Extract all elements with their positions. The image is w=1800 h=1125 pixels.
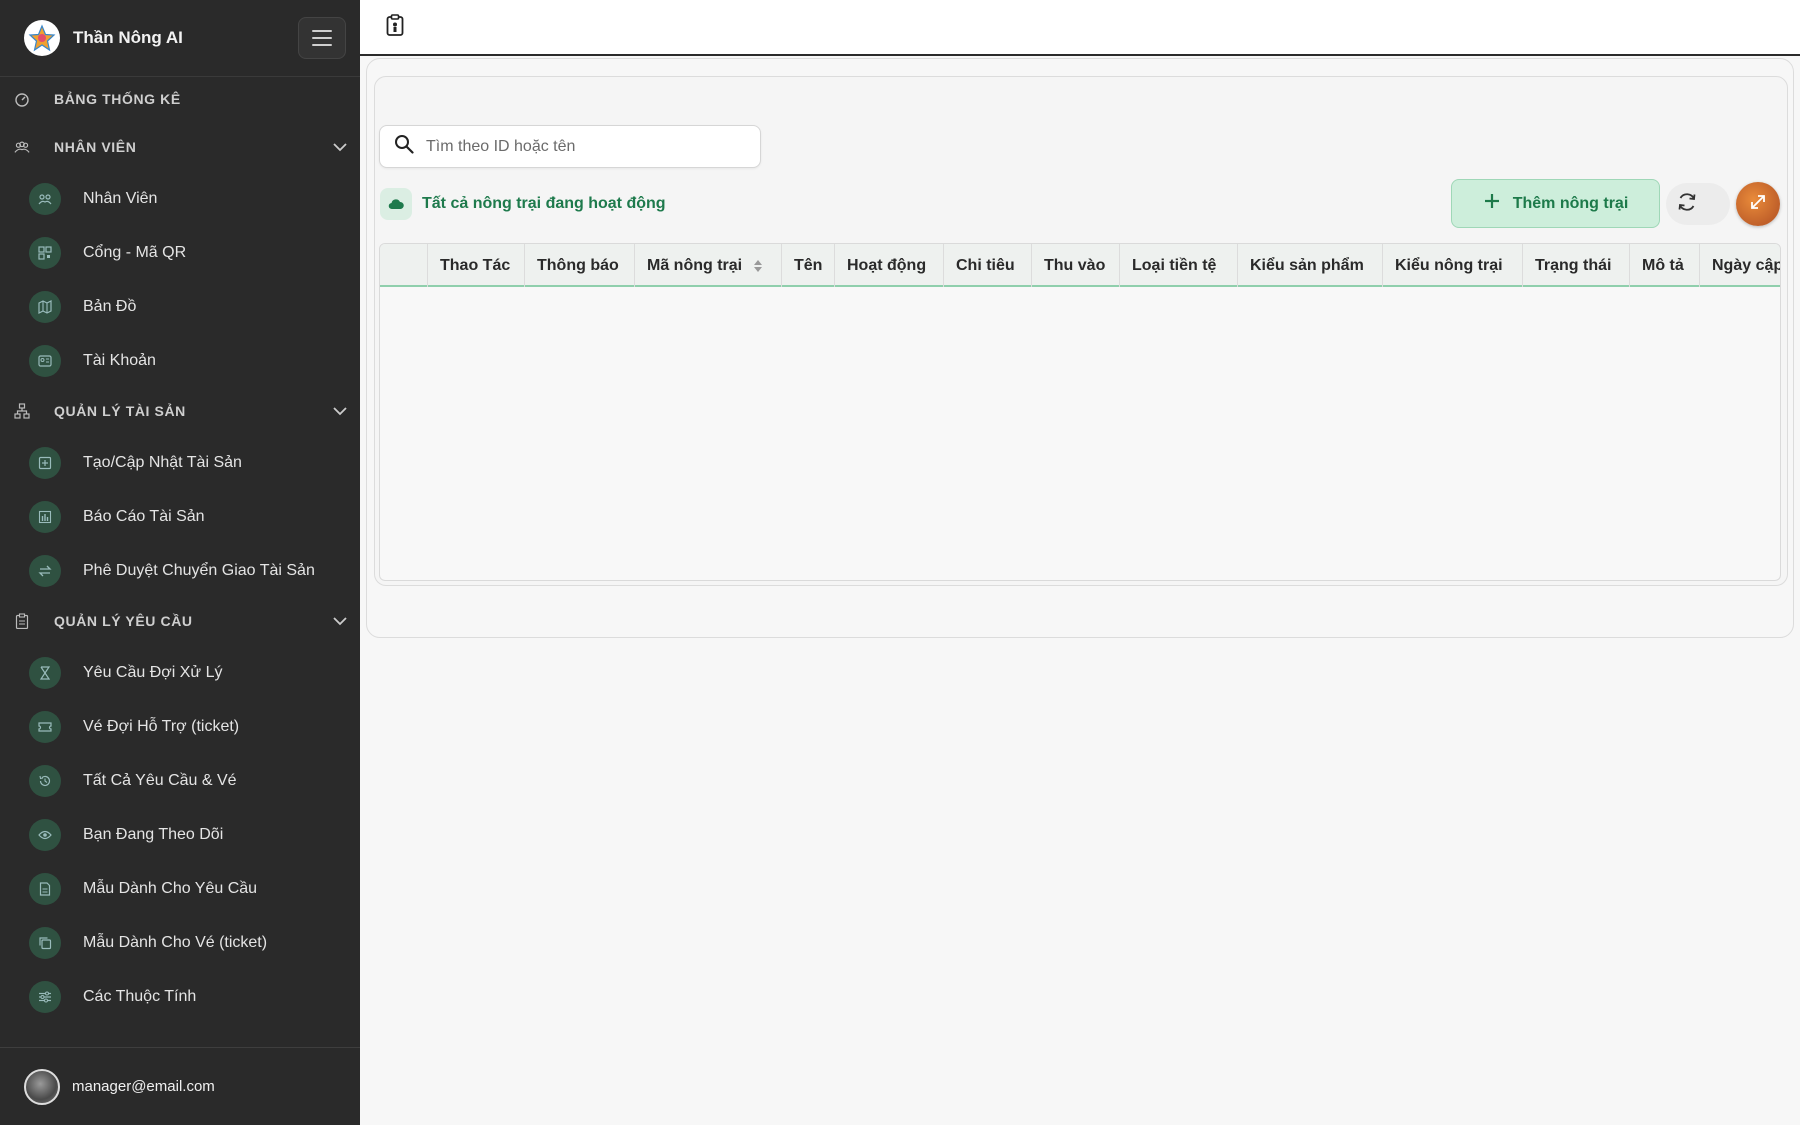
app-title: Thần Nông AI bbox=[73, 28, 183, 47]
sidebar-item-request-templates[interactable]: Mẫu Dành Cho Yêu Cầu bbox=[0, 867, 360, 911]
sidebar-item-label: Các Thuộc Tính bbox=[83, 988, 197, 1005]
map-icon bbox=[29, 291, 61, 323]
add-farm-label: Thêm nông trại bbox=[1512, 194, 1629, 212]
sidebar: Thần Nông AI BẢNG THỐNG KÊ NHÂN VIÊN Nhâ… bbox=[0, 0, 360, 1125]
sidebar-item-staff[interactable]: Nhân Viên bbox=[0, 177, 360, 221]
hamburger-menu-button[interactable] bbox=[298, 17, 346, 59]
sidebar-item-pending-requests[interactable]: Yêu Cầu Đợi Xử Lý bbox=[0, 651, 360, 695]
sidebar-item-label: Tất Cả Yêu Cầu & Vé bbox=[83, 772, 237, 789]
section-label: QUẢN LÝ YÊU CẦU bbox=[54, 613, 193, 629]
sidebar-item-label: Mẫu Dành Cho Vé (ticket) bbox=[83, 934, 268, 951]
cloud-icon bbox=[380, 188, 412, 220]
column-header-farm-id[interactable]: Mã nông trại bbox=[635, 244, 782, 287]
eye-icon bbox=[29, 819, 61, 851]
select-column-header[interactable] bbox=[380, 244, 428, 287]
column-header-status[interactable]: Trạng thái bbox=[1523, 244, 1630, 287]
section-dashboard[interactable]: BẢNG THỐNG KÊ bbox=[0, 81, 360, 117]
clipboard-icon bbox=[14, 613, 30, 629]
sidebar-item-create-asset[interactable]: Tạo/Cập Nhật Tài Sản bbox=[0, 441, 360, 485]
column-header-updated-date[interactable]: Ngày cập bbox=[1700, 244, 1780, 287]
active-farms-filter[interactable]: Tất cả nông trại đang hoạt động bbox=[380, 188, 666, 220]
table-header: Thao Tác Thông báo Mã nông trại Tên Hoạt… bbox=[380, 244, 1780, 287]
sidebar-item-all-requests[interactable]: Tất Cả Yêu Cầu & Vé bbox=[0, 759, 360, 803]
hourglass-icon bbox=[29, 657, 61, 689]
copy-icon bbox=[29, 927, 61, 959]
section-label: NHÂN VIÊN bbox=[54, 139, 137, 155]
sidebar-item-label: Phê Duyệt Chuyển Giao Tài Sản bbox=[83, 562, 315, 579]
farms-table: Thao Tác Thông báo Mã nông trại Tên Hoạt… bbox=[379, 243, 1781, 581]
sidebar-item-label: Yêu Cầu Đợi Xử Lý bbox=[83, 664, 223, 681]
plus-icon bbox=[1483, 192, 1501, 215]
hamburger-icon bbox=[312, 30, 332, 32]
expand-icon bbox=[1748, 192, 1768, 217]
section-request-management[interactable]: QUẢN LÝ YÊU CẦU bbox=[0, 603, 360, 639]
sidebar-header: Thần Nông AI bbox=[0, 0, 360, 77]
filter-label: Tất cả nông trại đang hoạt động bbox=[422, 195, 666, 212]
user-profile[interactable]: manager@email.com bbox=[0, 1047, 360, 1125]
column-header-product-type[interactable]: Kiểu sản phẩm bbox=[1238, 244, 1383, 287]
search-input[interactable] bbox=[426, 137, 746, 156]
section-staff[interactable]: NHÂN VIÊN bbox=[0, 129, 360, 165]
chevron-down-icon[interactable] bbox=[320, 142, 360, 152]
column-header-actions[interactable]: Thao Tác bbox=[428, 244, 525, 287]
table-body bbox=[380, 287, 1780, 580]
sidebar-item-pending-tickets[interactable]: Vé Đợi Hỗ Trợ (ticket) bbox=[0, 705, 360, 749]
clipboard-user-icon[interactable] bbox=[386, 13, 404, 41]
sidebar-item-account[interactable]: Tài Khoản bbox=[0, 339, 360, 383]
qr-code-icon bbox=[29, 237, 61, 269]
section-label: BẢNG THỐNG KÊ bbox=[54, 91, 181, 107]
column-header-activity[interactable]: Hoạt động bbox=[835, 244, 944, 287]
user-email: manager@email.com bbox=[72, 1078, 215, 1095]
users-icon bbox=[29, 183, 61, 215]
avatar bbox=[24, 1068, 60, 1105]
sidebar-item-label: Vé Đợi Hỗ Trợ (ticket) bbox=[83, 718, 240, 735]
sidebar-item-map[interactable]: Bản Đồ bbox=[0, 285, 360, 329]
column-header-income[interactable]: Thu vào bbox=[1032, 244, 1120, 287]
search-icon bbox=[394, 134, 414, 159]
search-box bbox=[379, 125, 761, 168]
users-icon bbox=[14, 139, 30, 155]
app-logo bbox=[24, 20, 60, 56]
column-header-name[interactable]: Tên bbox=[782, 244, 835, 287]
refresh-icon bbox=[1676, 191, 1698, 218]
sidebar-item-label: Tài Khoản bbox=[83, 352, 156, 369]
document-icon bbox=[29, 873, 61, 905]
sidebar-item-label: Tạo/Cập Nhật Tài Sản bbox=[83, 454, 242, 471]
history-icon bbox=[29, 765, 61, 797]
sidebar-item-asset-transfer[interactable]: Phê Duyệt Chuyển Giao Tài Sản bbox=[0, 549, 360, 593]
sidebar-item-label: Bản Đồ bbox=[83, 298, 137, 315]
column-header-notifications[interactable]: Thông báo bbox=[525, 244, 635, 287]
ticket-icon bbox=[29, 711, 61, 743]
hierarchy-icon bbox=[14, 403, 30, 419]
column-header-farm-type[interactable]: Kiểu nông trại bbox=[1383, 244, 1523, 287]
sidebar-item-label: Mẫu Dành Cho Yêu Cầu bbox=[83, 880, 258, 897]
bar-chart-icon bbox=[29, 501, 61, 533]
sidebar-item-attributes[interactable]: Các Thuộc Tính bbox=[0, 975, 360, 1019]
sidebar-item-label: Bạn Đang Theo Dõi bbox=[83, 826, 224, 843]
chevron-down-icon[interactable] bbox=[320, 616, 360, 626]
section-label: QUẢN LÝ TÀI SẢN bbox=[54, 403, 186, 419]
add-farm-button[interactable]: Thêm nông trại bbox=[1451, 179, 1660, 228]
column-header-description[interactable]: Mô tả bbox=[1630, 244, 1700, 287]
column-header-currency[interactable]: Loại tiền tệ bbox=[1120, 244, 1238, 287]
top-bar bbox=[360, 0, 1800, 56]
fullscreen-button[interactable] bbox=[1736, 182, 1780, 226]
sidebar-item-label: Báo Cáo Tài Sản bbox=[83, 508, 205, 525]
chevron-down-icon[interactable] bbox=[320, 406, 360, 416]
section-asset-management[interactable]: QUẢN LÝ TÀI SẢN bbox=[0, 393, 360, 429]
id-card-icon bbox=[29, 345, 61, 377]
sidebar-item-gate-qr[interactable]: Cổng - Mã QR bbox=[0, 231, 360, 275]
sidebar-item-asset-report[interactable]: Báo Cáo Tài Sản bbox=[0, 495, 360, 539]
transfer-icon bbox=[29, 555, 61, 587]
dashboard-icon bbox=[14, 91, 30, 107]
sort-icon[interactable] bbox=[754, 259, 763, 272]
plus-square-icon bbox=[29, 447, 61, 479]
column-header-expense[interactable]: Chi tiêu bbox=[944, 244, 1032, 287]
sidebar-item-label: Cổng - Mã QR bbox=[83, 244, 187, 261]
sidebar-item-label: Nhân Viên bbox=[83, 190, 158, 207]
refresh-button[interactable] bbox=[1666, 183, 1730, 225]
sidebar-item-ticket-templates[interactable]: Mẫu Dành Cho Vé (ticket) bbox=[0, 921, 360, 965]
sidebar-item-following[interactable]: Bạn Đang Theo Dõi bbox=[0, 813, 360, 857]
sliders-icon bbox=[29, 981, 61, 1013]
